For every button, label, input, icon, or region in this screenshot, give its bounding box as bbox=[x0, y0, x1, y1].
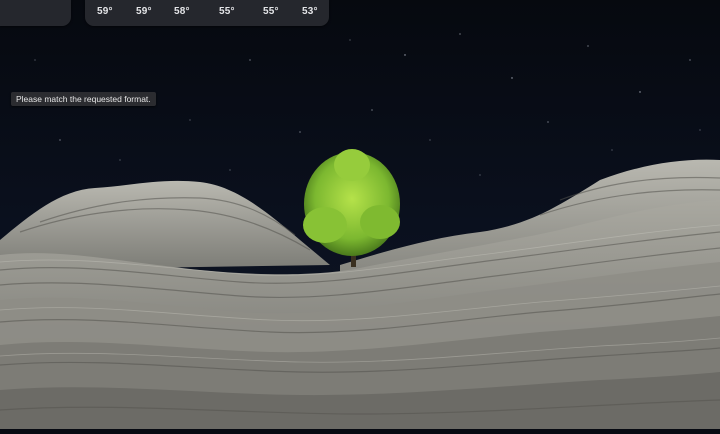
hourly-temperature: 59° bbox=[136, 6, 152, 17]
hourly-temperature: 59° bbox=[97, 6, 113, 17]
hourly-temperature: 53° bbox=[302, 6, 318, 17]
hourly-temperature: 55° bbox=[263, 6, 279, 17]
weather-hourly-widget[interactable]: 59° 59° 58° 55° 55° 53° bbox=[85, 0, 329, 26]
hourly-temperature: 58° bbox=[174, 6, 190, 17]
wallpaper-rock-landscape bbox=[0, 0, 720, 429]
desktop-widget-partial[interactable] bbox=[0, 0, 71, 26]
tooltip: Please match the requested format. bbox=[11, 92, 156, 106]
hourly-temperature: 55° bbox=[219, 6, 235, 17]
desktop-wallpaper bbox=[0, 0, 720, 429]
